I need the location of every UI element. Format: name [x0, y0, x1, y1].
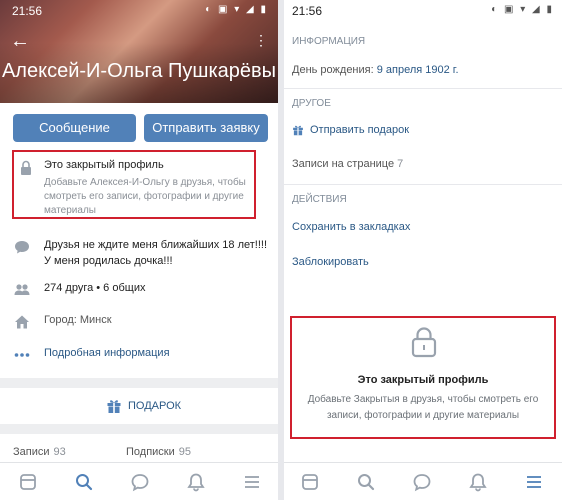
- news-icon[interactable]: [300, 472, 320, 492]
- closed-profile-notice: Это закрытый профиль Добавьте Закрытыя в…: [290, 316, 556, 439]
- posts-value: 93: [53, 446, 66, 458]
- divider: [284, 184, 562, 185]
- status-icons: ◐ ▣ ▾ ◢ ▮: [205, 4, 268, 15]
- home-icon: [15, 315, 29, 329]
- status-icons: ◐ ▣ ▾ ◢ ▮: [491, 4, 554, 15]
- city-text: Город: Минск: [44, 314, 112, 326]
- back-arrow-icon[interactable]: ←: [10, 30, 30, 53]
- posts-on-page-row: Записи на странице 7: [292, 158, 403, 170]
- info-section-header: ИНФОРМАЦИЯ: [292, 36, 366, 47]
- menu-icon[interactable]: [524, 472, 544, 492]
- speech-bubble-icon: [15, 241, 29, 254]
- friends-count: 274 друга • 6 общих: [44, 282, 146, 294]
- send-request-button[interactable]: Отправить заявку: [144, 114, 268, 142]
- posts-on-page-value: 7: [397, 158, 404, 170]
- subscriptions-label: Подписки: [126, 446, 175, 458]
- messages-icon[interactable]: [130, 472, 150, 492]
- profile-details-screen: 21:56 ◐ ▣ ▾ ◢ ▮ ИНФОРМАЦИЯ День рождения…: [284, 0, 562, 500]
- status-text: Друзья не ждите меня ближайших 18 лет!!!…: [44, 239, 267, 267]
- notifications-icon[interactable]: [468, 472, 488, 492]
- block-link[interactable]: Заблокировать: [292, 256, 369, 268]
- other-section-header: ДРУГОЕ: [292, 98, 331, 109]
- actions-section-header: ДЕЙСТВИЯ: [292, 194, 347, 205]
- birthday-label: День рождения:: [292, 64, 374, 76]
- friends-icon: [14, 284, 30, 295]
- birthday-row: День рождения: 9 апреля 1902 г.: [292, 64, 459, 76]
- closed-profile-description: Добавьте Закрытыя в друзья, чтобы смотре…: [307, 394, 539, 421]
- ellipsis-icon: [14, 353, 30, 357]
- profile-screen: 21:56 ◐ ▣ ▾ ◢ ▮ ← ⋮ Алексей-И-Ольга Пушк…: [0, 0, 278, 500]
- bottom-tab-bar: [0, 462, 278, 500]
- posts-label: Записи: [13, 446, 50, 458]
- subscriptions-counter[interactable]: Подписки 95: [126, 446, 191, 458]
- more-info-link[interactable]: Подробная информация: [44, 347, 170, 359]
- send-gift-link[interactable]: Отправить подарок: [310, 124, 409, 136]
- profile-name: Алексей-И-Ольга Пушкарёвы: [1, 60, 277, 82]
- news-icon[interactable]: [18, 472, 38, 492]
- gift-label: ПОДАРОК: [128, 400, 182, 412]
- bottom-tab-bar: [284, 462, 562, 500]
- status-time: 21:56: [12, 4, 43, 18]
- message-button[interactable]: Сообщение: [13, 114, 136, 142]
- closed-profile-notice: Это закрытый профиль Добавьте Алексея-И-…: [12, 150, 256, 219]
- birthday-value[interactable]: 9 апреля 1902 г.: [377, 64, 459, 76]
- lock-icon: [21, 160, 31, 175]
- gift-icon: [107, 400, 121, 413]
- gift-icon: [293, 125, 303, 136]
- closed-profile-description: Добавьте Алексея-И-Ольгу в друзья, чтобы…: [44, 177, 246, 216]
- bookmark-link[interactable]: Сохранить в закладках: [292, 221, 410, 233]
- menu-icon[interactable]: [242, 472, 262, 492]
- lock-icon: [411, 327, 437, 358]
- closed-profile-title: Это закрытый профиль: [357, 374, 489, 386]
- posts-on-page-label: Записи на странице: [292, 158, 395, 170]
- status-time: 21:56: [292, 4, 323, 18]
- send-gift-row[interactable]: Отправить подарок: [292, 124, 409, 136]
- gift-button[interactable]: ПОДАРОК: [0, 388, 278, 424]
- more-options-icon[interactable]: ⋮: [254, 32, 268, 49]
- section-separator: [0, 378, 278, 388]
- notifications-icon[interactable]: [186, 472, 206, 492]
- divider: [284, 88, 562, 89]
- section-separator: [0, 424, 278, 434]
- search-icon[interactable]: [356, 472, 376, 492]
- subscriptions-value: 95: [178, 446, 192, 458]
- messages-icon[interactable]: [412, 472, 432, 492]
- closed-profile-title: Это закрытый профиль: [44, 159, 164, 171]
- posts-counter[interactable]: Записи 93: [13, 446, 66, 458]
- search-icon[interactable]: [74, 472, 94, 492]
